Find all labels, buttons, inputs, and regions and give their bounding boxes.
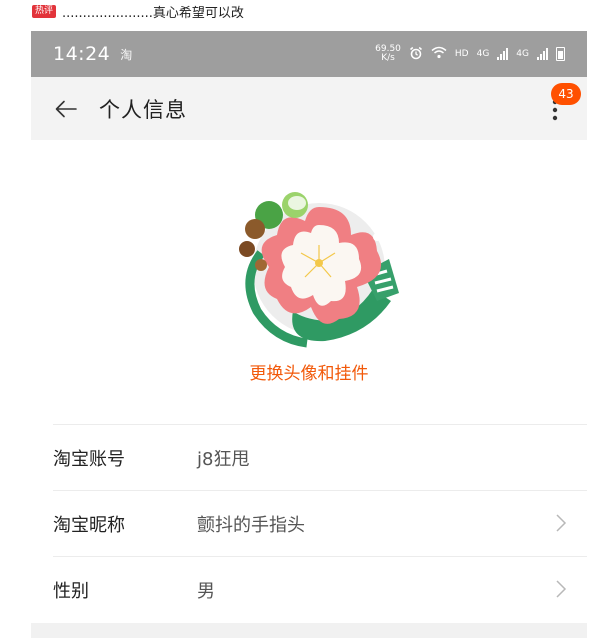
info-row-account: 淘宝账号 j8狂甩 [53,424,587,490]
comment-text: ......................真心希望可以改 [62,5,244,21]
avatar-flower-image [239,192,399,348]
message-count-badge: 43 [551,83,581,105]
info-row-gender[interactable]: 性别 男 [53,556,587,622]
signal-icon-2 [537,48,548,60]
signal-icon [497,48,509,60]
nickname-value: 颤抖的手指头 [197,514,305,536]
hot-comment-badge: 热评 [32,4,57,18]
taobao-notification-icon: 淘 [120,47,133,62]
back-button[interactable] [41,77,91,140]
change-avatar-link[interactable]: 更换头像和挂件 [31,359,587,384]
status-bar: 14:24 淘 69.50 K/s HD 4G 4G [31,31,587,77]
info-list: 淘宝账号 j8狂甩 淘宝昵称 颤抖的手指头 性别 男 [53,424,587,622]
info-row-nickname[interactable]: 淘宝昵称 颤抖的手指头 [53,490,587,556]
status-time: 14:24 [53,43,111,65]
network-type: 4G [476,49,490,59]
phone-screen: 14:24 淘 69.50 K/s HD 4G 4G 个人信息 43 更换头像和… [31,31,587,638]
hd-label: HD [454,49,469,59]
alarm-icon [409,46,423,63]
net-speed-unit: K/s [381,53,395,63]
battery-icon [556,47,565,61]
comment-bar: 热评 ......................真心希望可以改 [0,0,607,22]
net-speed: 69.50 K/s [375,45,401,63]
gender-value: 男 [197,580,215,602]
account-label: 淘宝账号 [53,448,125,470]
nickname-label: 淘宝昵称 [53,514,125,536]
status-icons: 69.50 K/s HD 4G 4G [375,45,565,63]
back-arrow-icon [55,100,77,117]
wifi-icon [431,46,447,62]
chevron-right-icon [556,580,567,598]
nav-bar: 个人信息 43 [31,77,587,140]
network-type-2: 4G [516,49,529,59]
section-divider [31,623,587,638]
gender-label: 性别 [53,580,89,602]
page-title: 个人信息 [99,97,187,122]
chevron-right-icon [556,514,567,532]
avatar[interactable] [227,183,403,351]
account-value: j8狂甩 [197,448,250,470]
